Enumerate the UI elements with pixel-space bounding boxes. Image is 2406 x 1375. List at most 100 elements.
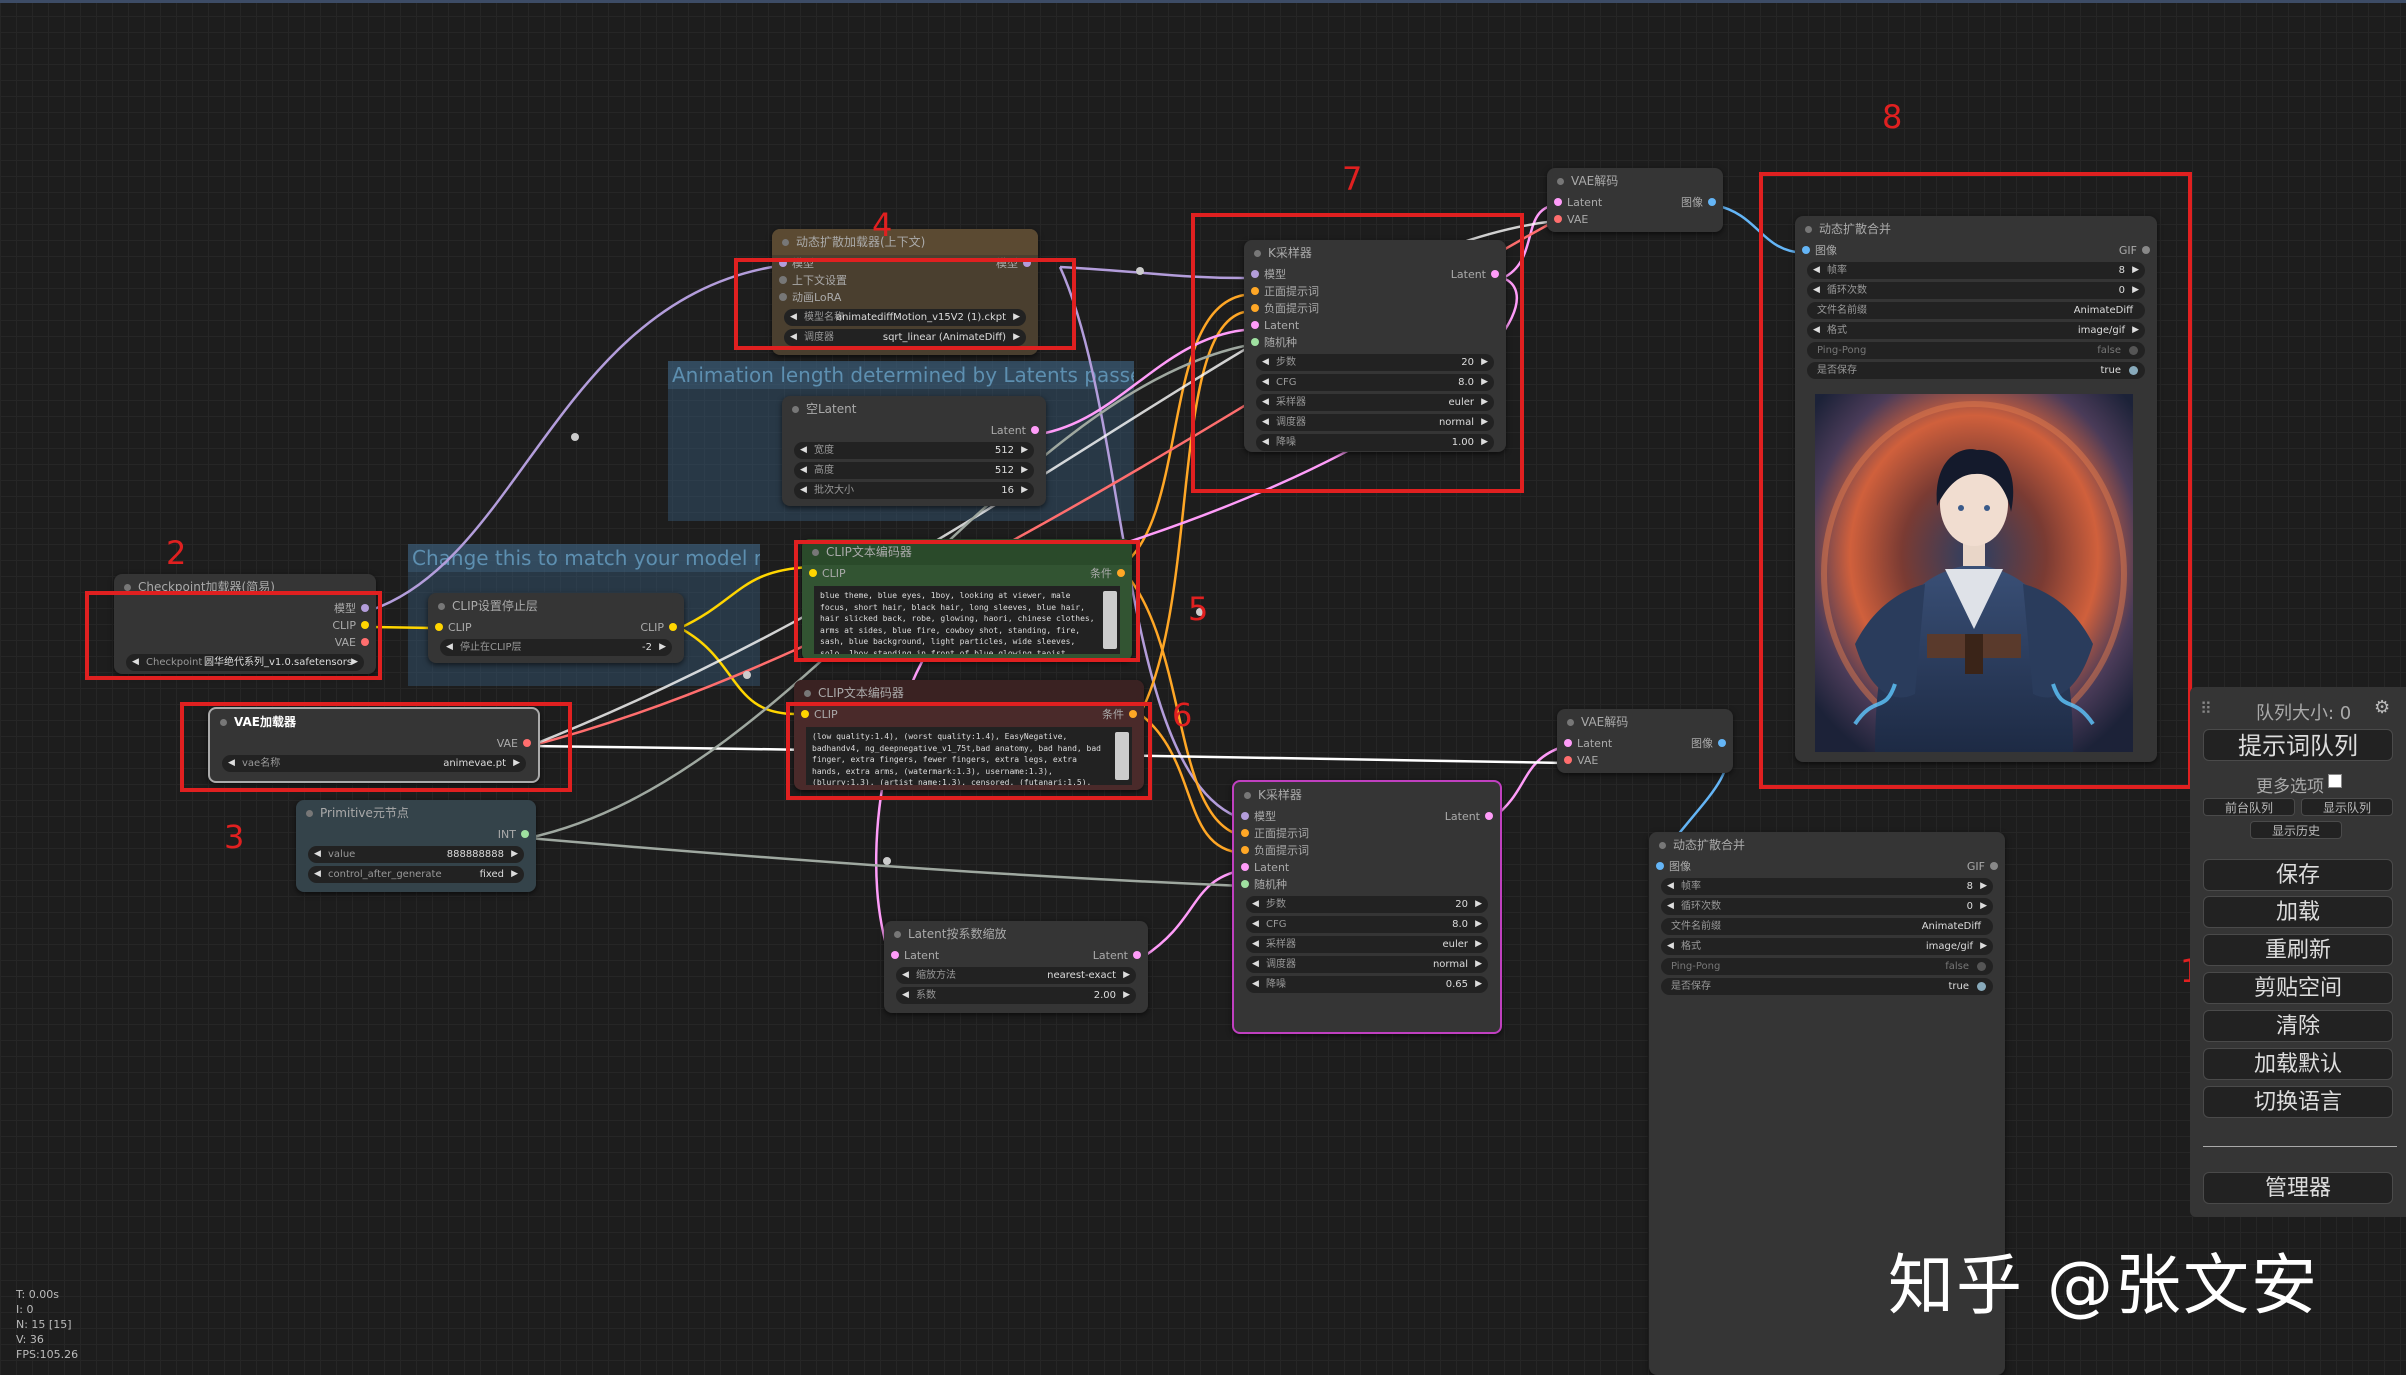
vae-name-widget[interactable]: vae名称animevae.pt (222, 755, 526, 772)
clip-layer-widget[interactable]: 停止在CLIP层-2 (440, 639, 672, 656)
clipspace-button[interactable]: 剪贴空间 (2203, 972, 2393, 1004)
output-latent-slot[interactable] (1485, 812, 1493, 820)
steps-widget[interactable]: 步数20 (1246, 896, 1488, 913)
scrollbar[interactable] (1115, 732, 1129, 780)
format-widget[interactable]: 格式image/gif (1661, 938, 1993, 955)
more-options-checkbox[interactable] (2328, 774, 2342, 788)
sampler-widget[interactable]: 采样器euler (1256, 394, 1494, 411)
refresh-button[interactable]: 重刷新 (2203, 934, 2393, 966)
input-positive-slot[interactable] (1251, 287, 1259, 295)
manager-button[interactable]: 管理器 (2203, 1172, 2393, 1204)
vae-decode-node-1[interactable]: VAE解码 Latent 图像 VAE (1547, 168, 1723, 232)
load-default-button[interactable]: 加载默认 (2203, 1048, 2393, 1080)
clear-button[interactable]: 清除 (2203, 1010, 2393, 1042)
queue-prompt-button[interactable]: 提示词队列 (2203, 729, 2393, 761)
input-model-slot[interactable] (1241, 812, 1249, 820)
output-image-slot[interactable] (1718, 739, 1726, 747)
input-positive-slot[interactable] (1241, 829, 1249, 837)
input-negative-slot[interactable] (1251, 304, 1259, 312)
input-latent-slot[interactable] (1251, 321, 1259, 329)
loop-count-widget[interactable]: 循环次数0 (1807, 282, 2145, 299)
empty-latent-node[interactable]: 空Latent Latent 宽度512 高度512 批次大小16 (782, 396, 1046, 506)
ksampler-node-1[interactable]: K采样器 模型Latent 正面提示词 负面提示词 Latent 随机种 步数2… (1244, 240, 1506, 452)
input-vae-slot[interactable] (1564, 756, 1572, 764)
output-vae-slot[interactable] (361, 638, 369, 646)
output-model-slot[interactable] (361, 604, 369, 612)
output-latent-slot[interactable] (1031, 426, 1039, 434)
output-latent-slot[interactable] (1133, 951, 1141, 959)
input-image-slot[interactable] (1656, 862, 1664, 870)
beta-schedule-widget[interactable]: 调度器sqrt_linear (AnimateDiff) (784, 329, 1026, 346)
motion-model-widget[interactable]: 模型名称animatediffMotion_v15V2 (1).ckpt (784, 309, 1026, 326)
batch-size-widget[interactable]: 批次大小16 (794, 482, 1034, 499)
height-widget[interactable]: 高度512 (794, 462, 1034, 479)
width-widget[interactable]: 宽度512 (794, 442, 1034, 459)
animatediff-combine-node-1[interactable]: 动态扩散合并 图像GIF 帧率8 循环次数0 文件名前缀AnimateDiff … (1795, 216, 2157, 762)
clip-skip-node[interactable]: CLIP设置停止层 CLIPCLIP 停止在CLIP层-2 (428, 593, 684, 663)
clip-text-encode-negative-node[interactable]: CLIP文本编码器 CLIP 条件 (low quality:1.4), (wor… (794, 680, 1144, 790)
input-image-slot[interactable] (1802, 246, 1810, 254)
vae-decode-node-2[interactable]: VAE解码 Latent 图像 VAE (1557, 709, 1733, 773)
ping-pong-toggle[interactable]: Ping-Pong false (1807, 342, 2145, 359)
ping-pong-toggle[interactable]: Ping-Pong false (1661, 958, 1993, 975)
input-model-slot[interactable] (1251, 270, 1259, 278)
output-gif-slot[interactable] (1990, 862, 1998, 870)
output-latent-slot[interactable] (1491, 270, 1499, 278)
input-negative-slot[interactable] (1241, 846, 1249, 854)
output-vae-slot[interactable] (523, 739, 531, 747)
queue-panel[interactable]: ⠿ 队列大小: 0 ⚙ 提示词队列 更多选项 前台队列 显示队列 显示历史 保存… (2190, 687, 2406, 1217)
drag-handle-icon[interactable]: ⠿ (2200, 699, 2212, 718)
input-latent-slot[interactable] (1564, 739, 1572, 747)
output-conditioning-slot[interactable] (1129, 710, 1137, 718)
save-output-toggle[interactable]: 是否保存 true (1661, 978, 1993, 995)
cfg-widget[interactable]: CFG8.0 (1246, 916, 1488, 933)
latent-upscale-by-node[interactable]: Latent按系数缩放 LatentLatent 缩放方法nearest-exa… (884, 921, 1148, 1013)
input-context-slot[interactable] (779, 276, 787, 284)
ckpt-name-widget[interactable]: Checkpoint圆华绝代系列_v1.0.safetensors (126, 654, 364, 671)
steps-widget[interactable]: 步数20 (1256, 354, 1494, 371)
positive-prompt-textarea[interactable]: blue theme, blue eyes, 1boy, looking at … (814, 586, 1120, 654)
scale-factor-widget[interactable]: 系数2.00 (896, 987, 1136, 1004)
input-seed-slot[interactable] (1251, 338, 1259, 346)
checkpoint-loader-node[interactable]: Checkpoint加载器(简易) 模型 CLIP VAE Checkpoint… (114, 574, 376, 674)
input-clip-slot[interactable] (801, 710, 809, 718)
filename-prefix-widget[interactable]: 文件名前缀 AnimateDiff (1661, 918, 1993, 935)
scheduler-widget[interactable]: 调度器normal (1256, 414, 1494, 431)
output-conditioning-slot[interactable] (1117, 569, 1125, 577)
input-vae-slot[interactable] (1554, 215, 1562, 223)
show-queue-button[interactable]: 显示队列 (2301, 798, 2393, 816)
input-clip-slot[interactable] (435, 623, 443, 631)
input-clip-slot[interactable] (809, 569, 817, 577)
animatediff-loader-node[interactable]: 动态扩散加载器(上下文) 模型模型 上下文设置 动画LoRA 模型名称anima… (772, 229, 1038, 355)
clip-text-encode-positive-node[interactable]: CLIP文本编码器 CLIP 条件 blue theme, blue eyes, … (802, 539, 1132, 661)
output-clip-slot[interactable] (361, 621, 369, 629)
frame-rate-widget[interactable]: 帧率8 (1661, 878, 1993, 895)
input-latent-slot[interactable] (1241, 863, 1249, 871)
frame-rate-widget[interactable]: 帧率8 (1807, 262, 2145, 279)
save-output-toggle[interactable]: 是否保存 true (1807, 362, 2145, 379)
output-clip-slot[interactable] (669, 623, 677, 631)
value-widget[interactable]: value888888888 (308, 846, 524, 863)
switch-language-button[interactable]: 切换语言 (2203, 1086, 2393, 1118)
output-gif-slot[interactable] (2142, 246, 2150, 254)
input-latent-slot[interactable] (891, 951, 899, 959)
gear-icon[interactable]: ⚙ (2374, 697, 2390, 718)
output-image-slot[interactable] (1708, 198, 1716, 206)
output-int-slot[interactable] (521, 830, 529, 838)
input-model-slot[interactable] (779, 259, 787, 267)
loop-count-widget[interactable]: 循环次数0 (1661, 898, 1993, 915)
load-button[interactable]: 加载 (2203, 896, 2393, 928)
control-after-generate-widget[interactable]: control_after_generatefixed (308, 866, 524, 883)
graph-canvas[interactable]: Animation length determined by Latents p… (0, 0, 2406, 1375)
sampler-widget[interactable]: 采样器euler (1246, 936, 1488, 953)
input-lora-slot[interactable] (779, 293, 787, 301)
denoise-widget[interactable]: 降噪0.65 (1246, 976, 1488, 993)
scrollbar[interactable] (1103, 591, 1117, 649)
ksampler-node-2[interactable]: K采样器 模型Latent 正面提示词 负面提示词 Latent 随机种 步数2… (1232, 780, 1502, 1034)
filename-prefix-widget[interactable]: 文件名前缀 AnimateDiff (1807, 302, 2145, 319)
denoise-widget[interactable]: 降噪1.00 (1256, 434, 1494, 451)
format-widget[interactable]: 格式image/gif (1807, 322, 2145, 339)
cfg-widget[interactable]: CFG8.0 (1256, 374, 1494, 391)
save-button[interactable]: 保存 (2203, 859, 2393, 891)
input-seed-slot[interactable] (1241, 880, 1249, 888)
